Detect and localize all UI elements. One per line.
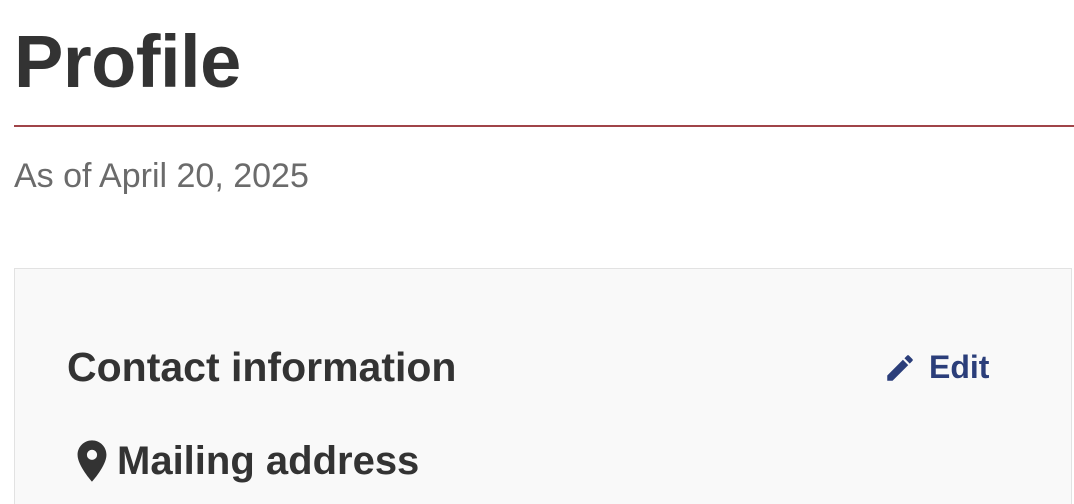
profile-page: Profile As of April 20, 2025 Contact inf… [0, 0, 1074, 504]
as-of-date: As of April 20, 2025 [14, 157, 309, 195]
card-title: Contact information [67, 344, 457, 390]
page-title: Profile [14, 20, 241, 103]
mailing-address-label: Mailing address [117, 439, 420, 483]
title-divider [14, 125, 1074, 127]
edit-label: Edit [929, 349, 990, 385]
map-pin-icon [75, 439, 109, 483]
mailing-address-heading: Mailing address [75, 437, 419, 485]
edit-contact-button[interactable]: Edit [883, 349, 989, 386]
contact-information-card: Contact information Edit Mailing address [14, 268, 1072, 504]
pencil-icon [883, 351, 917, 385]
